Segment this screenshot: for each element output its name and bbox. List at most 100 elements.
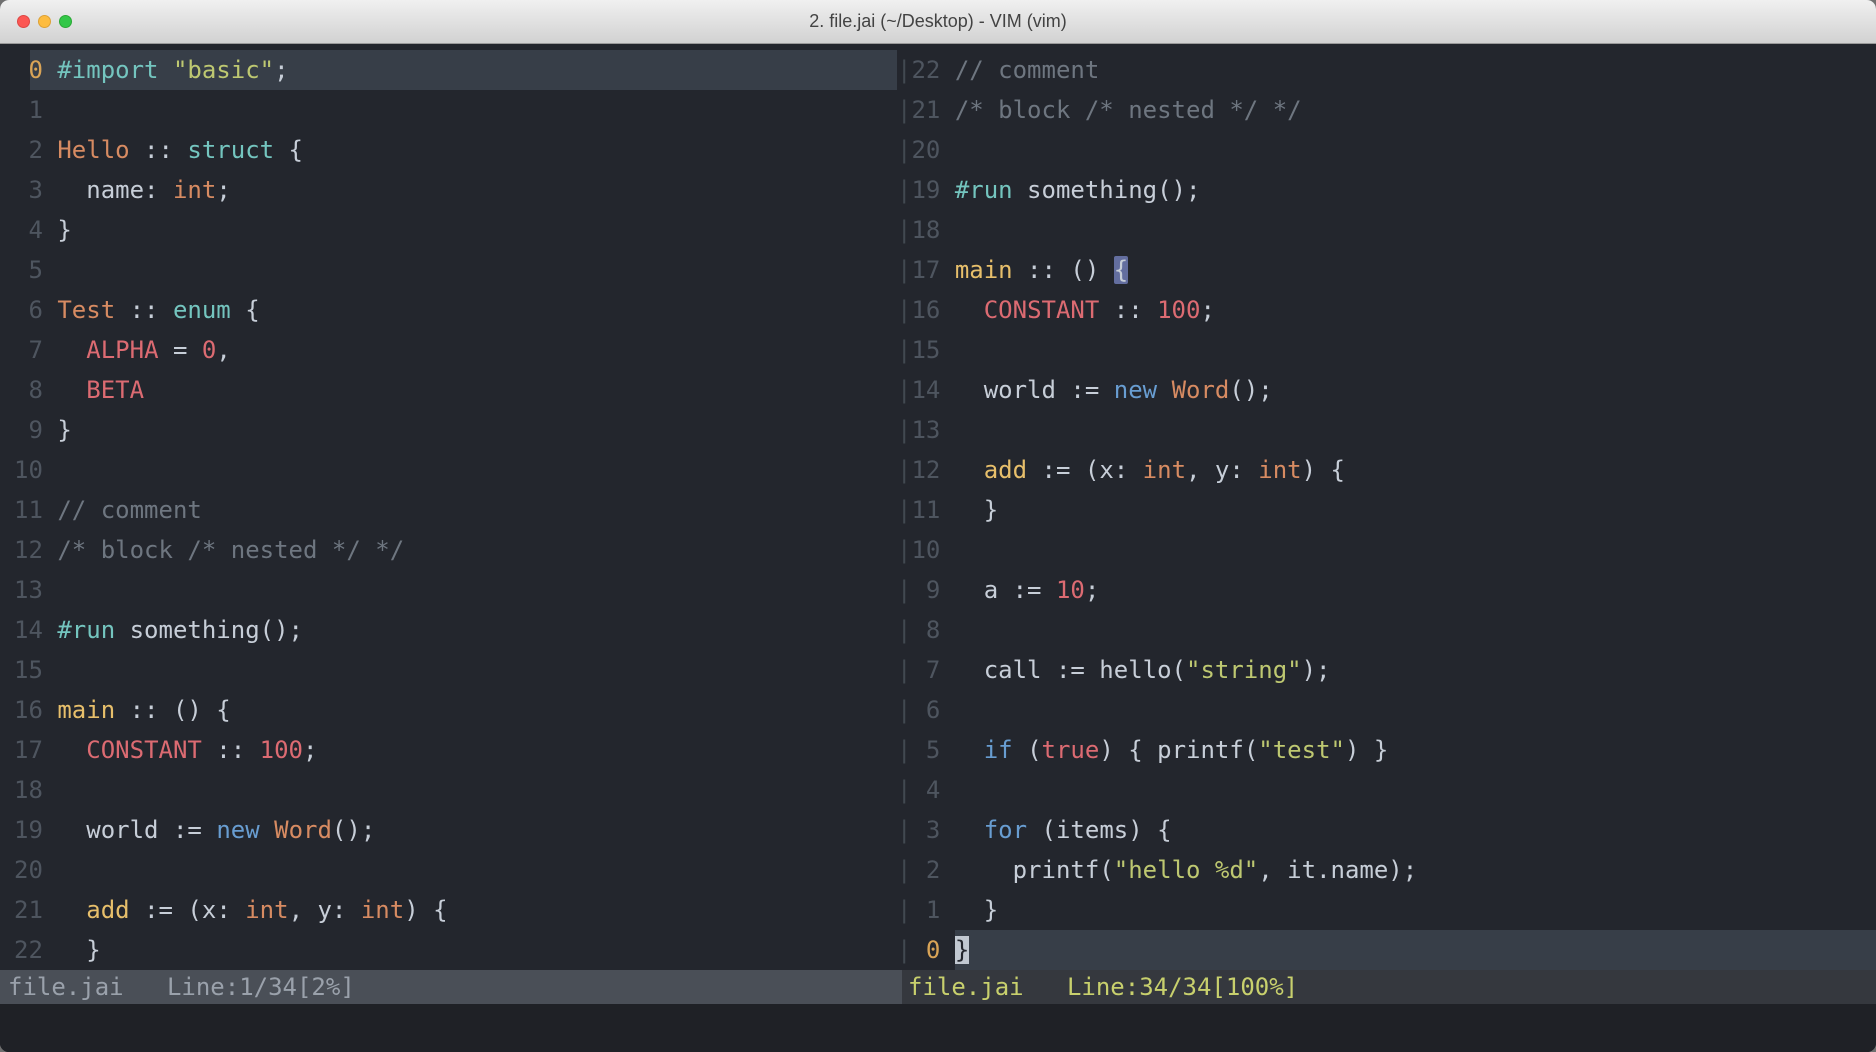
code-line[interactable]: |15: [897, 330, 1876, 370]
code-token: ;: [1085, 576, 1099, 604]
code-line[interactable]: |10: [897, 530, 1876, 570]
code-line[interactable]: |13: [897, 410, 1876, 450]
code-token: := (x:: [1027, 456, 1143, 484]
line-number: 17: [911, 256, 954, 284]
code-line[interactable]: 7 ALPHA = 0,: [0, 330, 897, 370]
code-line[interactable]: 6 Test :: enum {: [0, 290, 897, 330]
code-line[interactable]: 2 Hello :: struct {: [0, 130, 897, 170]
code-line[interactable]: |12 add := (x: int, y: int) {: [897, 450, 1876, 490]
vertical-split-separator: |: [897, 176, 911, 204]
code-token: }: [57, 936, 100, 964]
code-line[interactable]: 12 /* block /* nested */ */: [0, 530, 897, 570]
code-line[interactable]: | 8: [897, 610, 1876, 650]
code-token: // comment: [955, 56, 1100, 84]
line-number: 6: [14, 296, 57, 324]
vertical-split-separator: |: [897, 576, 911, 604]
code-line[interactable]: |16 CONSTANT :: 100;: [897, 290, 1876, 330]
vim-pane-left[interactable]: 0 #import "basic"; 1 2 Hello :: struct {…: [0, 50, 897, 970]
code-line[interactable]: |22 // comment: [897, 50, 1876, 90]
code-line[interactable]: 20: [0, 850, 897, 890]
vim-pane-right[interactable]: |22 // comment|21 /* block /* nested */ …: [897, 50, 1876, 970]
code-line[interactable]: 18: [0, 770, 897, 810]
vertical-split-separator: |: [897, 736, 911, 764]
code-line[interactable]: 3 name: int;: [0, 170, 897, 210]
code-line[interactable]: |11 }: [897, 490, 1876, 530]
code-token: {: [274, 136, 303, 164]
code-line[interactable]: | 2 printf("hello %d", it.name);: [897, 850, 1876, 890]
code-line[interactable]: | 3 for (items) {: [897, 810, 1876, 850]
code-token: // comment: [57, 496, 202, 524]
line-number: 6: [911, 696, 954, 724]
code-line[interactable]: 9 }: [0, 410, 897, 450]
code-token: [955, 296, 984, 324]
code-token: int: [1258, 456, 1301, 484]
code-token: "test": [1258, 736, 1345, 764]
code-line[interactable]: | 1 }: [897, 890, 1876, 930]
code-token: true: [1042, 736, 1100, 764]
line-number: 11: [14, 496, 57, 524]
code-token: Hello: [57, 136, 129, 164]
code-line[interactable]: 14 #run something();: [0, 610, 897, 650]
line-number: 21: [14, 896, 57, 924]
code-line[interactable]: | 9 a := 10;: [897, 570, 1876, 610]
line-number: 13: [911, 416, 954, 444]
line-number: 1: [911, 896, 954, 924]
matched-brace: {: [1114, 256, 1128, 284]
code-line[interactable]: 22 }: [0, 930, 897, 970]
code-token: ;: [216, 176, 230, 204]
minimize-button[interactable]: [38, 15, 51, 28]
code-line[interactable]: 0 #import "basic";: [0, 50, 897, 90]
code-token: =: [159, 336, 202, 364]
code-token: }: [57, 416, 71, 444]
code-line[interactable]: | 5 if (true) { printf("test") }: [897, 730, 1876, 770]
line-number: 10: [911, 536, 954, 564]
title-bar[interactable]: 2. file.jai (~/Desktop) - VIM (vim): [0, 0, 1876, 44]
code-line[interactable]: |20: [897, 130, 1876, 170]
line-number: 5: [911, 736, 954, 764]
code-line[interactable]: |19 #run something();: [897, 170, 1876, 210]
code-line[interactable]: 16 main :: () {: [0, 690, 897, 730]
code-line[interactable]: 21 add := (x: int, y: int) {: [0, 890, 897, 930]
code-token: main: [57, 696, 115, 724]
code-line[interactable]: |17 main :: () {: [897, 250, 1876, 290]
line-number: 7: [14, 336, 57, 364]
code-token: := (x:: [130, 896, 246, 924]
code-line[interactable]: 17 CONSTANT :: 100;: [0, 730, 897, 770]
code-line[interactable]: | 0 }: [897, 930, 1876, 970]
code-line[interactable]: 4 }: [0, 210, 897, 250]
code-line[interactable]: 15: [0, 650, 897, 690]
code-line[interactable]: 13: [0, 570, 897, 610]
vim-editor: 0 #import "basic"; 1 2 Hello :: struct {…: [0, 44, 1876, 1052]
cursor-line-number: 0: [14, 56, 57, 84]
code-token: 0: [202, 336, 216, 364]
line-number: 14: [14, 616, 57, 644]
code-line[interactable]: | 7 call := hello("string");: [897, 650, 1876, 690]
code-token: :: (): [1013, 256, 1114, 284]
code-token: {: [231, 296, 260, 324]
window-title: 2. file.jai (~/Desktop) - VIM (vim): [809, 11, 1067, 32]
code-line[interactable]: |21 /* block /* nested */ */: [897, 90, 1876, 130]
code-line[interactable]: 19 world := new Word();: [0, 810, 897, 850]
code-token: enum: [173, 296, 231, 324]
code-line[interactable]: |14 world := new Word();: [897, 370, 1876, 410]
code-token: ) }: [1345, 736, 1388, 764]
code-line[interactable]: | 4: [897, 770, 1876, 810]
code-line[interactable]: 5: [0, 250, 897, 290]
code-token: if: [984, 736, 1013, 764]
code-line[interactable]: 10: [0, 450, 897, 490]
code-line[interactable]: | 6: [897, 690, 1876, 730]
code-token: ) {: [404, 896, 447, 924]
code-line[interactable]: 1: [0, 90, 897, 130]
code-line[interactable]: 11 // comment: [0, 490, 897, 530]
code-token: [955, 456, 984, 484]
code-token: a :=: [955, 576, 1056, 604]
line-number: 5: [14, 256, 57, 284]
code-token: for: [984, 816, 1027, 844]
code-line[interactable]: |18: [897, 210, 1876, 250]
vertical-split-separator: |: [897, 856, 911, 884]
zoom-button[interactable]: [59, 15, 72, 28]
line-number: 10: [14, 456, 57, 484]
code-line[interactable]: 8 BETA: [0, 370, 897, 410]
close-button[interactable]: [17, 15, 30, 28]
status-line-right: file.jai Line:34/34[100%]: [902, 970, 1876, 1004]
